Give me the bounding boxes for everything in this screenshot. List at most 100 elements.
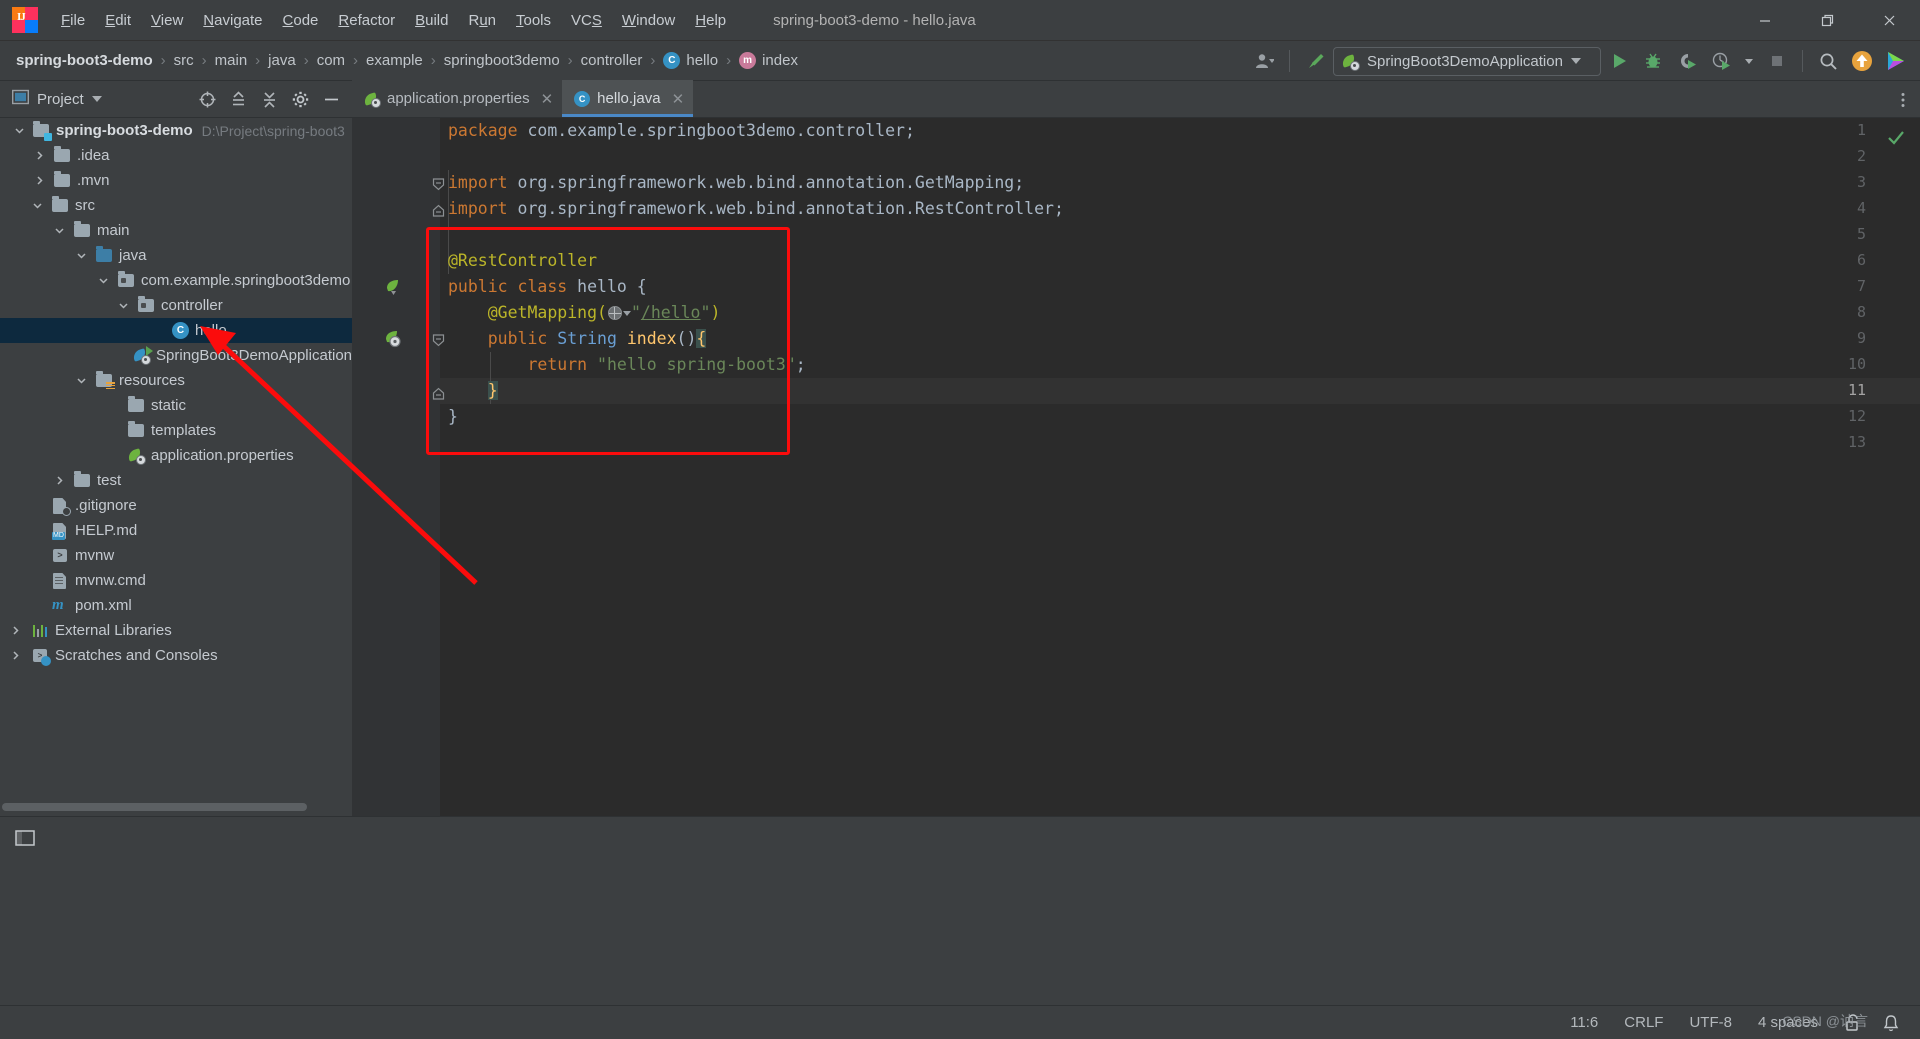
close-button[interactable]: [1858, 0, 1920, 41]
chevron-right-icon[interactable]: [54, 475, 65, 486]
caret-position[interactable]: 11:6: [1570, 1014, 1598, 1031]
show-tool-windows-icon[interactable]: [14, 827, 36, 849]
profiler-button[interactable]: [1705, 46, 1737, 76]
menu-code[interactable]: Code: [274, 8, 328, 33]
tree-node-mvnw[interactable]: > mvnw: [0, 543, 352, 568]
chevron-down-icon[interactable]: [76, 375, 87, 386]
breadcrumb-item-index[interactable]: m index: [738, 50, 799, 71]
file-encoding[interactable]: UTF-8: [1689, 1014, 1732, 1031]
tree-node-templates[interactable]: templates: [0, 418, 352, 443]
tree-node-pom-xml[interactable]: m pom.xml: [0, 593, 352, 618]
breadcrumb-item-src[interactable]: src: [173, 50, 195, 71]
chevron-right-icon[interactable]: [34, 150, 45, 161]
user-avatar-icon[interactable]: [1248, 46, 1280, 76]
chevron-right-icon[interactable]: [34, 175, 45, 186]
minimize-button[interactable]: [1734, 0, 1796, 41]
update-project-button[interactable]: [1846, 46, 1878, 76]
tree-node-resources[interactable]: resources: [0, 368, 352, 393]
menu-edit[interactable]: Edit: [96, 8, 140, 33]
inspection-ok-checkmark[interactable]: [1886, 128, 1906, 153]
project-tool-window-title[interactable]: Project: [11, 89, 102, 110]
breadcrumb-item-controller[interactable]: controller: [580, 50, 644, 71]
line-separator[interactable]: CRLF: [1624, 1014, 1663, 1031]
tree-node-src[interactable]: src: [0, 193, 352, 218]
run-with-coverage-button[interactable]: [1671, 46, 1703, 76]
chevron-down-icon[interactable]: [98, 275, 109, 286]
breadcrumb-item-main[interactable]: main: [214, 50, 249, 71]
menu-help[interactable]: Help: [686, 8, 735, 33]
expand-all-icon[interactable]: [224, 85, 253, 113]
code-editor[interactable]: 1 2 3 4 5 6 7 8 9 10 11 12 13 package co…: [352, 118, 1920, 816]
breadcrumb-item-java[interactable]: java: [267, 50, 297, 71]
select-opened-file-icon[interactable]: [193, 85, 222, 113]
ide-services-button[interactable]: [1880, 46, 1912, 76]
chevron-down-icon[interactable]: [1570, 58, 1581, 64]
tree-node-test[interactable]: test: [0, 468, 352, 493]
url-mapping-link[interactable]: /hello: [641, 303, 701, 322]
chevron-down-icon[interactable]: [32, 200, 43, 211]
tree-node-external-libraries[interactable]: External Libraries: [0, 618, 352, 643]
tree-node-spring-boot3-demo[interactable]: spring-boot3-demo D:\Project\spring-boot…: [0, 118, 352, 143]
menu-run[interactable]: Run: [459, 8, 505, 33]
more-options-icon[interactable]: [1894, 91, 1912, 114]
search-everywhere-button[interactable]: [1812, 46, 1844, 76]
menu-vcs[interactable]: VCS: [562, 8, 611, 33]
chevron-right-icon[interactable]: [10, 625, 21, 636]
chevron-down-icon[interactable]: [118, 300, 129, 311]
menu-navigate[interactable]: Navigate: [194, 8, 271, 33]
tree-node-hello[interactable]: C hello: [0, 318, 352, 343]
chevron-down-icon[interactable]: [622, 311, 631, 316]
tree-node-idea[interactable]: .idea: [0, 143, 352, 168]
scrollbar-thumb[interactable]: [2, 803, 307, 811]
tree-node-java[interactable]: java: [0, 243, 352, 268]
tree-node-com-example-springboot3demo[interactable]: com.example.springboot3demo: [0, 268, 352, 293]
breadcrumb-item-springboot3demo[interactable]: springboot3demo: [443, 50, 561, 71]
collapse-all-icon[interactable]: [255, 85, 284, 113]
tree-node-main[interactable]: main: [0, 218, 352, 243]
breadcrumb-item-project[interactable]: spring-boot3-demo: [15, 50, 154, 71]
project-tree[interactable]: spring-boot3-demo D:\Project\spring-boot…: [0, 118, 352, 798]
project-panel-horizontal-scrollbar[interactable]: [0, 800, 352, 814]
breadcrumb-item-example[interactable]: example: [365, 50, 424, 71]
chevron-right-icon[interactable]: [10, 650, 21, 661]
tree-node-application-properties[interactable]: application.properties: [0, 443, 352, 468]
tab-application-properties[interactable]: application.properties ✕: [352, 80, 563, 117]
menu-window[interactable]: Window: [613, 8, 684, 33]
close-icon[interactable]: ✕: [672, 90, 685, 108]
menu-file[interactable]: File: [52, 8, 94, 33]
tab-hello-java[interactable]: C hello.java ✕: [562, 80, 694, 117]
maximize-button[interactable]: [1796, 0, 1858, 41]
tree-node-scratches-and-consoles[interactable]: > Scratches and Consoles: [0, 643, 352, 668]
code-text-area[interactable]: package com.example.springboot3demo.cont…: [440, 118, 1920, 816]
profiler-dropdown-caret[interactable]: [1739, 46, 1759, 76]
chevron-down-icon[interactable]: [54, 225, 65, 236]
breadcrumb-item-com[interactable]: com: [316, 50, 346, 71]
notifications-bell-icon[interactable]: [1882, 1013, 1900, 1033]
menu-view[interactable]: View: [142, 8, 192, 33]
menu-tools[interactable]: Tools: [507, 8, 560, 33]
hide-panel-icon[interactable]: [317, 85, 346, 113]
tree-node-mvnw-cmd[interactable]: mvnw.cmd: [0, 568, 352, 593]
menu-build[interactable]: Build: [406, 8, 457, 33]
run-button[interactable]: [1603, 46, 1635, 76]
tree-node-springboot3demoapplication[interactable]: SpringBoot3DemoApplication: [0, 343, 352, 368]
indent-setting[interactable]: 4 spaces: [1758, 1014, 1818, 1031]
chevron-down-icon[interactable]: [76, 250, 87, 261]
tree-node-help-md[interactable]: MD HELP.md: [0, 518, 352, 543]
debug-button[interactable]: [1637, 46, 1669, 76]
tree-node-static[interactable]: static: [0, 393, 352, 418]
chevron-down-icon[interactable]: [14, 125, 25, 136]
editor-gutter[interactable]: [352, 118, 440, 816]
spring-bean-gutter-icon[interactable]: [384, 278, 402, 296]
build-hammer-icon[interactable]: [1299, 46, 1331, 76]
tree-node-gitignore[interactable]: .gitignore: [0, 493, 352, 518]
menu-refactor[interactable]: Refactor: [329, 8, 404, 33]
tree-node-mvn[interactable]: .mvn: [0, 168, 352, 193]
web-endpoint-globe-icon[interactable]: [607, 306, 622, 320]
breadcrumb-item-hello[interactable]: C hello: [662, 50, 719, 71]
run-configuration-selector[interactable]: SpringBoot3DemoApplication: [1333, 46, 1601, 76]
tree-node-controller[interactable]: controller: [0, 293, 352, 318]
settings-gear-icon[interactable]: [286, 85, 315, 113]
read-only-lock-icon[interactable]: [1844, 1013, 1862, 1033]
close-icon[interactable]: ✕: [541, 90, 554, 108]
